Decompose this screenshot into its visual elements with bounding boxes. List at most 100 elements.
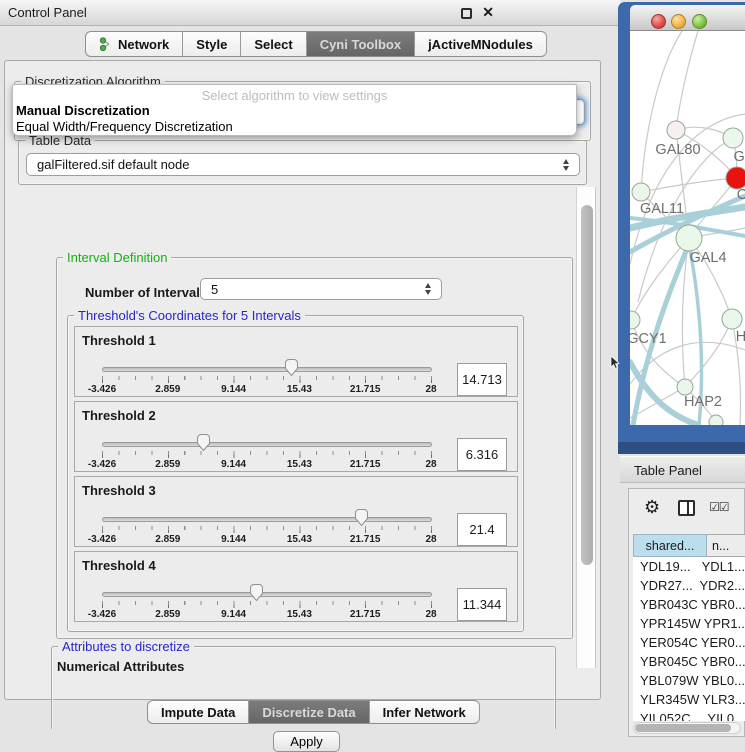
- scrollbar-thumb[interactable]: [635, 724, 731, 732]
- table-row[interactable]: YBR043CYBR0...: [633, 595, 745, 614]
- threshold-label: Threshold 1: [82, 333, 156, 348]
- table-row[interactable]: YBL079WYBL0...: [633, 671, 745, 690]
- scrollbar-thumb[interactable]: [581, 205, 593, 565]
- slider-track[interactable]: [102, 592, 432, 597]
- numerical-attributes-label: Numerical Attributes: [57, 659, 184, 674]
- table-row[interactable]: YPR145WYPR1...: [633, 614, 745, 633]
- network-node[interactable]: [726, 167, 745, 189]
- slider-thumb[interactable]: [354, 509, 369, 527]
- tick-label: 21.715: [350, 459, 381, 470]
- threshold-value-field[interactable]: 6.316: [457, 438, 507, 471]
- combo-arrows-icon: [425, 283, 432, 295]
- tab-impute-data[interactable]: Impute Data: [147, 700, 249, 724]
- apply-button[interactable]: Apply: [273, 731, 340, 752]
- slider-track[interactable]: [102, 442, 432, 447]
- minimize-traffic-light-icon[interactable]: [671, 14, 686, 29]
- network-window-titlebar: [630, 5, 745, 31]
- table-row[interactable]: YER054CYER0...: [633, 633, 745, 652]
- tick-label: 15.43: [287, 384, 312, 395]
- close-traffic-light-icon[interactable]: [651, 14, 666, 29]
- popup-item-equal-width[interactable]: Equal Width/Frequency Discretization: [16, 119, 233, 134]
- threshold-value-field[interactable]: 14.713: [457, 363, 507, 396]
- number-of-intervals-combobox[interactable]: 5: [200, 278, 442, 300]
- network-node[interactable]: [630, 311, 640, 329]
- thresholds-group: Threshold's Coordinates for 5 Intervals …: [67, 315, 524, 632]
- table-data-value: galFiltered.sif default node: [37, 157, 189, 172]
- settings-scroll-viewport: Interval Definition Number of Intervals …: [15, 248, 581, 729]
- popup-placeholder: Select algorithm to view settings: [13, 88, 576, 103]
- threshold-label: Threshold 3: [82, 483, 156, 498]
- network-node[interactable]: [723, 128, 743, 148]
- network-node[interactable]: [676, 225, 702, 251]
- tab-style[interactable]: Style: [183, 31, 241, 57]
- tick-label: 2.859: [155, 534, 180, 545]
- close-icon[interactable]: ✕: [482, 4, 494, 21]
- tab-discretize-data[interactable]: Discretize Data: [249, 700, 369, 724]
- network-node-label: GAL4: [689, 250, 726, 266]
- table-row[interactable]: YIL052CYIL0...: [633, 709, 745, 721]
- threshold-value-field[interactable]: 11.344: [457, 588, 507, 621]
- network-icon: [99, 37, 113, 52]
- tick-label: 21.715: [350, 609, 381, 620]
- table-panel: ⚙ ☑☑ shared... n... YDL19...YDL1... YDR2…: [628, 488, 745, 737]
- network-node[interactable]: [667, 121, 685, 139]
- tab-jactivemnodules[interactable]: jActiveMNodules: [415, 31, 547, 57]
- slider-thumb[interactable]: [249, 584, 264, 602]
- table-header-row: shared... n...: [633, 534, 745, 557]
- tick-label: -3.426: [88, 609, 116, 620]
- network-node[interactable]: [722, 309, 742, 329]
- panel-scrollbar[interactable]: [576, 187, 596, 668]
- gear-icon[interactable]: ⚙: [644, 497, 660, 518]
- table-row[interactable]: YBR045CYBR0...: [633, 652, 745, 671]
- popup-item-manual-discretization[interactable]: Manual Discretization: [16, 103, 150, 118]
- table-toolbar: ⚙ ☑☑: [629, 489, 744, 531]
- network-node-label: GAL80: [655, 142, 700, 158]
- network-node[interactable]: [632, 183, 650, 201]
- network-node[interactable]: [677, 379, 693, 395]
- slider-track[interactable]: [102, 367, 432, 372]
- tick-label: 28: [425, 384, 436, 395]
- zoom-traffic-light-icon[interactable]: [692, 14, 707, 29]
- tick-label: 15.43: [287, 459, 312, 470]
- network-node-label: GAL11: [640, 201, 684, 217]
- tab-infer-network[interactable]: Infer Network: [370, 700, 480, 724]
- network-node-label: H: [736, 329, 745, 345]
- table-body[interactable]: YDL19...YDL1... YDR27...YDR2... YBR043CY…: [633, 557, 745, 721]
- table-horizontal-scrollbar[interactable]: [633, 722, 741, 734]
- tick-label: 28: [425, 534, 436, 545]
- table-data-combobox[interactable]: galFiltered.sif default node: [26, 153, 580, 176]
- column-header-shared-name[interactable]: shared...: [633, 534, 707, 557]
- tick-label: 15.43: [287, 534, 312, 545]
- algorithm-dropdown-popup: Select algorithm to view settings Manual…: [12, 84, 577, 136]
- threshold-label: Threshold 2: [82, 408, 156, 423]
- network-window-bottom-frame: [618, 442, 745, 454]
- tab-select[interactable]: Select: [241, 31, 306, 57]
- tab-network[interactable]: Network: [85, 31, 183, 57]
- columns-icon[interactable]: [678, 500, 695, 516]
- tick-label: 9.144: [221, 459, 246, 470]
- tick-label: 2.859: [155, 609, 180, 620]
- float-window-icon[interactable]: [461, 8, 472, 19]
- tick-label: 21.715: [350, 534, 381, 545]
- threshold-panel-2: Threshold 2 6.316 -3.4262.8599.14415.432…: [74, 401, 518, 472]
- network-node-label: GA: [734, 149, 745, 165]
- slider-thumb[interactable]: [196, 434, 211, 452]
- select-columns-checkboxes-icon[interactable]: ☑☑: [709, 500, 729, 514]
- slider-thumb[interactable]: [284, 359, 299, 377]
- bottom-tabs: Impute Data Discretize Data Infer Networ…: [147, 700, 480, 724]
- threshold-value-field[interactable]: 21.4: [457, 513, 507, 546]
- network-node[interactable]: [709, 415, 723, 425]
- network-canvas[interactable]: GAL80GACGAL11GAL4GCY1HHAP2: [630, 31, 745, 425]
- tick-label: 2.859: [155, 459, 180, 470]
- intervals-value: 5: [211, 282, 218, 297]
- tick-label: 9.144: [221, 609, 246, 620]
- network-node-label: C: [737, 187, 745, 203]
- tick-label: 9.144: [221, 534, 246, 545]
- tab-cyni-toolbox[interactable]: Cyni Toolbox: [307, 31, 415, 57]
- table-row[interactable]: YLR345WYLR3...: [633, 690, 745, 709]
- number-of-intervals-label: Number of Intervals: [85, 285, 207, 300]
- table-row[interactable]: YDR27...YDR2...: [633, 576, 745, 595]
- column-header-name[interactable]: n...: [707, 534, 745, 557]
- table-row[interactable]: YDL19...YDL1...: [633, 557, 745, 576]
- slider-track[interactable]: [102, 517, 432, 522]
